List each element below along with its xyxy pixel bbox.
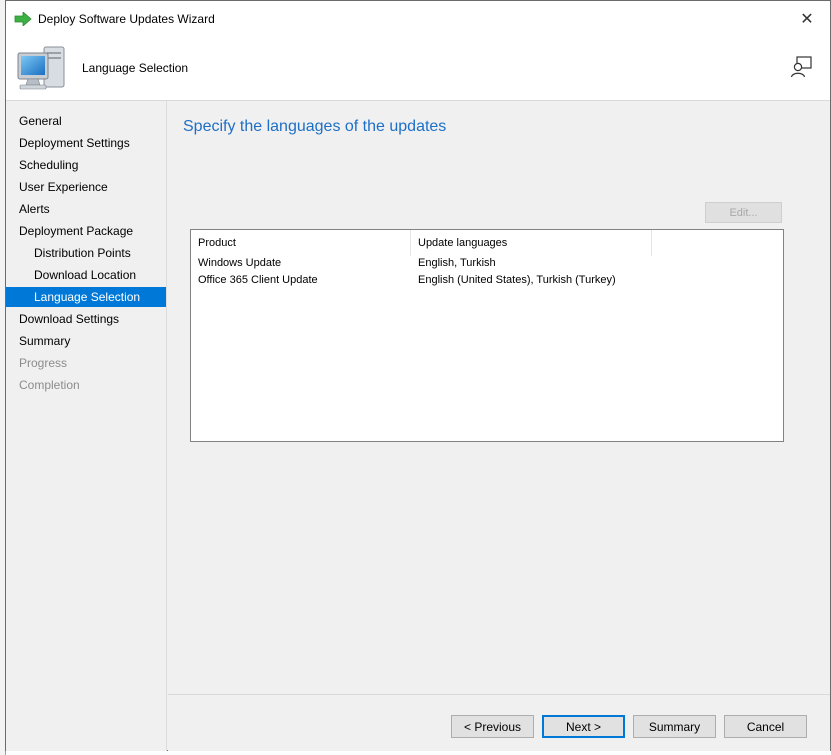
page-title: Language Selection (82, 61, 189, 75)
sidebar-item-completion: Completion (19, 378, 80, 392)
sidebar-item-summary[interactable]: Summary (6, 331, 166, 351)
sidebar-item-user-experience[interactable]: User Experience (6, 177, 166, 197)
languages-list[interactable]: Product Update languages Windows Update … (190, 229, 784, 442)
window-title: Deploy Software Updates Wizard (38, 12, 215, 26)
close-icon: ✕ (800, 11, 814, 28)
sidebar-item-deployment-package[interactable]: Deployment Package (6, 221, 166, 241)
summary-button[interactable]: Summary (633, 715, 716, 738)
help-person-icon[interactable] (790, 56, 812, 78)
previous-button[interactable]: < Previous (451, 715, 534, 738)
wizard-footer: < Previous Next > Summary Cancel (168, 694, 830, 751)
list-header: Product Update languages (191, 230, 783, 256)
sidebar-item-deployment-settings[interactable]: Deployment Settings (6, 133, 166, 153)
column-header-update-languages[interactable]: Update languages (411, 230, 652, 256)
table-row[interactable]: Windows Update English, Turkish (191, 255, 783, 272)
sidebar-item-download-settings[interactable]: Download Settings (6, 309, 166, 329)
wizard-navigation: General Deployment Settings Scheduling User… (6, 101, 167, 751)
table-row[interactable]: Office 365 Client Update English (United… (191, 272, 783, 289)
sidebar-item-alerts[interactable]: Alerts (6, 199, 166, 219)
green-arrow-icon (14, 12, 32, 26)
section-heading: Specify the languages of the updates (183, 118, 447, 135)
cell-product: Office 365 Client Update (198, 274, 318, 286)
sidebar-item-language-selection[interactable]: Language Selection (6, 287, 166, 307)
wizard-header: Language Selection (6, 37, 830, 101)
sidebar-item-distribution-points[interactable]: Distribution Points (6, 243, 166, 263)
computer-icon (17, 46, 65, 90)
wizard-window: Deploy Software Updates Wizard ✕ Languag… (5, 0, 831, 751)
sidebar-item-scheduling[interactable]: Scheduling (6, 155, 166, 175)
next-button[interactable]: Next > (542, 715, 625, 738)
sidebar-item-download-location[interactable]: Download Location (6, 265, 166, 285)
column-header-product[interactable]: Product (191, 230, 411, 256)
cell-product: Windows Update (198, 257, 282, 269)
edit-button[interactable]: Edit... (705, 202, 782, 223)
cell-languages: English (United States), Turkish (Turkey… (418, 274, 616, 286)
close-button[interactable]: ✕ (784, 1, 830, 37)
cancel-button[interactable]: Cancel (724, 715, 807, 738)
sidebar-item-general[interactable]: General (6, 111, 166, 131)
wizard-content: Specify the languages of the updates Edi… (168, 101, 830, 697)
title-bar: Deploy Software Updates Wizard ✕ (6, 1, 830, 37)
cell-languages: English, Turkish (418, 257, 496, 269)
sidebar-item-progress: Progress (19, 356, 68, 370)
